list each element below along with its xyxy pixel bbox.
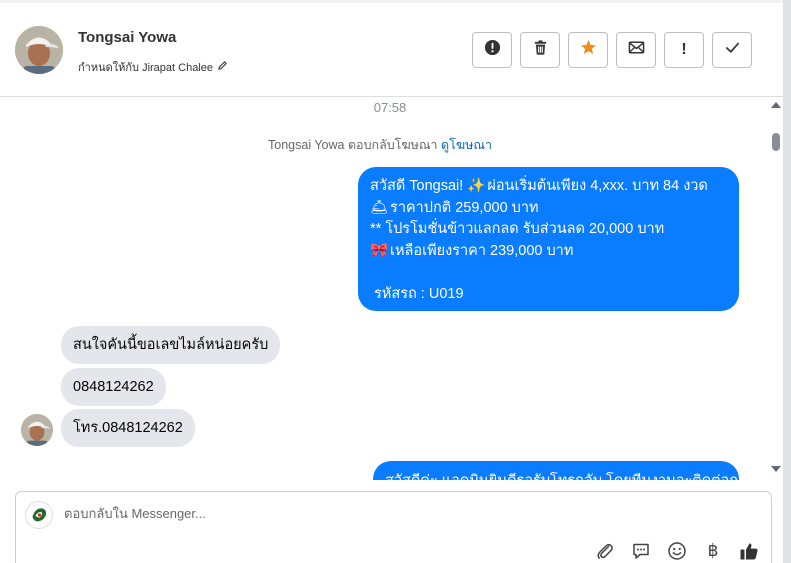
baht-icon[interactable]: ฿ (702, 540, 724, 562)
message-text: เหลือเพียงราคา 239,000 บาท (386, 242, 574, 259)
message-line: 🎀 เหลือเพียงราคา 239,000 บาท (370, 241, 727, 263)
report-spam-button[interactable] (472, 32, 512, 68)
message-timestamp: 07:58 (373, 100, 407, 115)
page-avatar (25, 501, 53, 529)
scroll-up-arrow[interactable] (771, 102, 781, 108)
message-input[interactable] (64, 506, 664, 521)
saved-reply-icon[interactable] (630, 540, 652, 562)
view-ad-link[interactable]: ดูโฆษณา (441, 138, 492, 152)
conversation-header: Tongsai Yowa กำหนดให้กับ Jirapat Chalee (0, 0, 783, 97)
scroll-down-arrow[interactable] (771, 466, 781, 472)
mark-unread-button[interactable] (616, 32, 656, 68)
delete-button[interactable] (520, 32, 560, 68)
message-text: ราคาปกติ 259,000 บาท (386, 199, 539, 216)
attach-icon[interactable] (594, 540, 616, 562)
contact-avatar[interactable] (15, 26, 63, 74)
assignee-line[interactable]: กำหนดให้กับ Jirapat Chalee (78, 58, 228, 76)
reply-composer: ฿ (15, 491, 772, 563)
envelope-icon (628, 39, 645, 61)
ad-reply-text: Tongsai Yowa ตอบกลับโฆษณา (268, 138, 438, 152)
message-text: สวัสดี Tongsai! (370, 178, 468, 194)
star-icon (580, 39, 597, 61)
sender-avatar[interactable] (21, 414, 53, 446)
pencil-icon[interactable] (217, 60, 228, 74)
follow-up-button[interactable]: ! (664, 32, 704, 68)
message-line: สวัสดี Tongsai! ✨ ผ่อนเริ่มต้นเพียง 4,xx… (370, 176, 727, 198)
check-icon (724, 39, 741, 61)
message-line: ** โปรโมชั่นข้าวแลกลด รับส่วนลด 20,000 บ… (370, 221, 665, 237)
like-icon[interactable] (738, 540, 760, 562)
scrollbar-thumb[interactable] (772, 133, 780, 151)
incoming-message[interactable]: สนใจคันนี้ขอเลขไมล์หน่อยครับ (61, 326, 281, 364)
message-line: 🛎 ราคาปกติ 259,000 บาท (370, 198, 727, 220)
assignee-text: กำหนดให้กับ Jirapat Chalee (78, 62, 214, 74)
emoji-icon[interactable] (666, 540, 688, 562)
header-action-buttons: ! (472, 32, 752, 68)
incoming-message[interactable]: โทร.0848124262 (61, 409, 195, 447)
outgoing-message[interactable]: สวัสดีค่ะ แอดมินยินดีรอรับโทรกลับ โดยทีม… (373, 461, 739, 480)
message-line: รหัสรถ : U019 (374, 285, 464, 302)
exclamation-icon: ! (681, 41, 687, 58)
trash-icon (532, 39, 549, 61)
contact-name[interactable]: Tongsai Yowa (78, 29, 176, 46)
mark-done-button[interactable] (712, 32, 752, 68)
window-edge (783, 0, 791, 563)
star-button[interactable] (568, 32, 608, 68)
bell-icon: 🛎 (370, 199, 389, 216)
sparkles-icon: ✨ (467, 178, 486, 194)
exclamation-circle-icon (484, 39, 501, 61)
header-top-divider (0, 0, 783, 3)
ad-reply-notice: Tongsai Yowa ตอบกลับโฆษณา ดูโฆษณา (0, 135, 760, 155)
composer-tools: ฿ (594, 540, 760, 562)
outgoing-message[interactable]: สวัสดี Tongsai! ✨ ผ่อนเริ่มต้นเพียง 4,xx… (358, 167, 739, 311)
incoming-message[interactable]: 0848124262 (61, 368, 166, 406)
baht-symbol: ฿ (707, 541, 719, 561)
ribbon-icon: 🎀 (370, 242, 389, 259)
message-text: ผ่อนเริ่มต้นเพียง 4,xxx. บาท 84 งวด (483, 178, 708, 194)
message-thread[interactable]: 07:58 Tongsai Yowa ตอบกลับโฆษณา ดูโฆษณา … (0, 97, 767, 480)
